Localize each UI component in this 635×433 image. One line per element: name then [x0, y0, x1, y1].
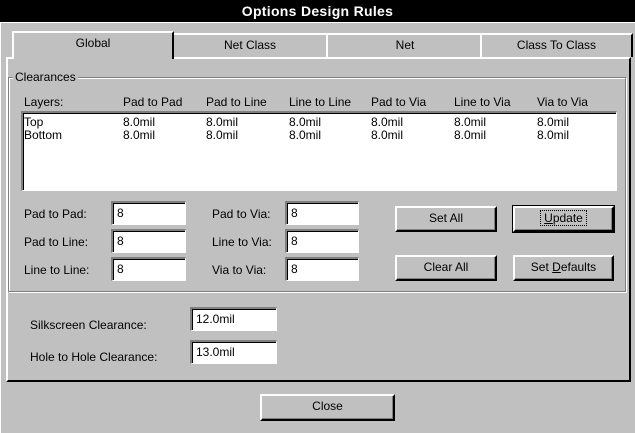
set-defaults-label-pre: Set [530, 260, 553, 274]
line-to-via-input[interactable]: 8 [285, 229, 359, 253]
window-title: Options Design Rules [0, 0, 635, 22]
line-to-via-label: Line to Via: [212, 235, 272, 249]
update-button[interactable]: Update [512, 205, 615, 233]
tab-global[interactable]: Global [12, 31, 174, 59]
line-to-via-value: 8.0mil [454, 128, 487, 142]
pad-to-via-input[interactable]: 8 [285, 201, 359, 225]
set-defaults-button[interactable]: Set Defaults [513, 255, 614, 281]
pad-to-pad-label: Pad to Pad: [24, 207, 87, 221]
via-to-via-label: Via to Via: [212, 263, 267, 277]
layer-name: Bottom [24, 128, 63, 142]
pad-to-via-label: Pad to Via: [212, 207, 271, 221]
pad-to-via-value: 8.0mil [371, 128, 404, 142]
column-header-line-to-line: Line to Line [289, 95, 352, 109]
via-to-via-value: 8.0mil [537, 128, 570, 142]
column-header-line-to-via: Line to Via [454, 95, 511, 109]
hole-to-hole-clearance-input[interactable]: 13.0mil [190, 340, 277, 364]
column-header-pad-to-via: Pad to Via [371, 95, 427, 109]
table-row[interactable]: Bottom 8.0mil 8.0mil 8.0mil 8.0mil 8.0mi… [24, 129, 614, 142]
pad-to-line-label: Pad to Line: [24, 235, 89, 249]
column-header-pad-to-pad: Pad to Pad [123, 95, 183, 109]
hole-to-hole-clearance-label: Hole to Hole Clearance: [30, 350, 158, 364]
set-defaults-label-rest: efaults [560, 260, 597, 274]
column-header-pad-to-line: Pad to Line [206, 95, 267, 109]
line-to-line-label: Line to Line: [24, 263, 90, 277]
tab-net-class[interactable]: Net Class [170, 33, 330, 57]
update-button-label: Update [540, 210, 587, 226]
pad-to-pad-input[interactable]: 8 [111, 201, 186, 225]
line-to-line-input[interactable]: 8 [111, 257, 186, 281]
pad-to-line-input[interactable]: 8 [111, 229, 186, 253]
column-header-layers: Layers: [24, 95, 64, 109]
silkscreen-clearance-label: Silkscreen Clearance: [30, 318, 147, 332]
via-to-via-input[interactable]: 8 [285, 257, 359, 281]
set-all-button[interactable]: Set All [395, 206, 497, 232]
close-button[interactable]: Close [260, 394, 395, 421]
line-to-line-value: 8.0mil [289, 128, 322, 142]
clear-all-button[interactable]: Clear All [395, 255, 497, 281]
pad-to-line-value: 8.0mil [206, 128, 239, 142]
tab-class-to-class[interactable]: Class To Class [480, 33, 633, 57]
silkscreen-clearance-input[interactable]: 12.0mil [190, 307, 277, 331]
column-header-via-to-via: Via to Via [537, 95, 588, 109]
clearances-group-title: Clearances [13, 70, 78, 84]
update-label-rest: pdate [552, 211, 583, 225]
tab-net[interactable]: Net [326, 33, 484, 57]
update-mnemonic: U [544, 211, 553, 225]
set-defaults-mnemonic: D [552, 260, 561, 274]
pad-to-pad-value: 8.0mil [123, 128, 156, 142]
